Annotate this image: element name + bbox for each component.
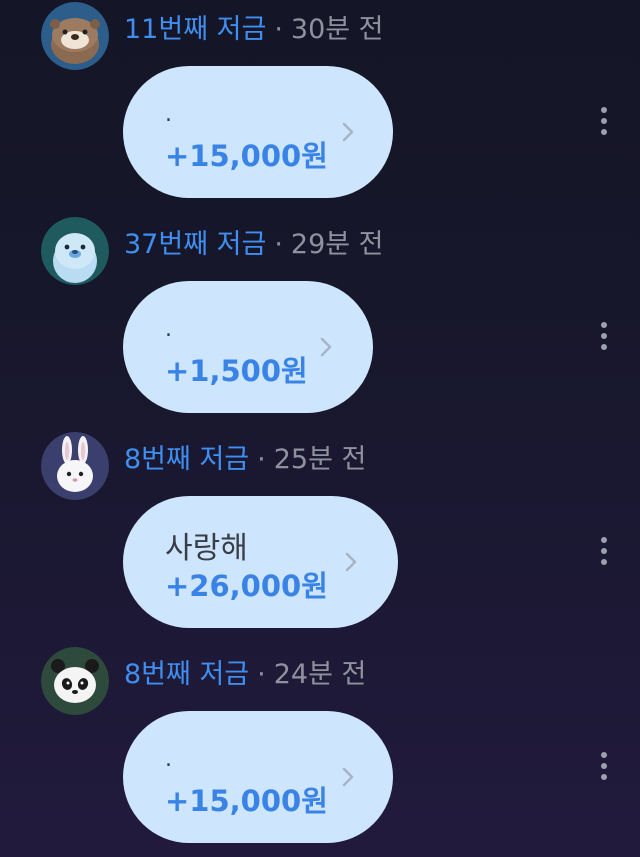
more-vertical-icon[interactable] — [597, 752, 611, 792]
feed-entry: 37번째 저금 · 29분 전 . +1,500원 — [0, 207, 640, 421]
message-text: . — [165, 747, 172, 772]
feed-entry: 11번째 저금 · 30분 전 . +15,000원 — [0, 0, 640, 206]
more-vertical-icon[interactable] — [597, 107, 611, 147]
chevron-right-icon — [341, 121, 355, 143]
rabbit-avatar[interactable] — [41, 432, 109, 500]
chevron-right-icon — [319, 336, 333, 358]
message-bubble[interactable]: . +15,000원 — [123, 66, 393, 198]
chevron-right-icon — [344, 551, 358, 573]
otter-avatar[interactable] — [41, 2, 109, 70]
separator-dot: · — [257, 659, 266, 690]
message-text: . — [165, 317, 172, 342]
entry-title: 11번째 저금 — [124, 14, 267, 45]
amount-text: +26,000원 — [165, 569, 328, 603]
entry-header: 11번째 저금 · 30분 전 — [124, 13, 384, 47]
chevron-right-icon — [341, 766, 355, 788]
entry-time: 25분 전 — [273, 444, 367, 475]
entry-header: 8번째 저금 · 24분 전 — [124, 658, 366, 692]
separator-dot: · — [274, 14, 283, 45]
savings-feed: 11번째 저금·30분 전 . +15,000원 37번째 저금·29분 — [0, 0, 640, 857]
message-bubble[interactable]: . +1,500원 — [123, 281, 373, 413]
entry-title: 37번째 저금 — [124, 229, 267, 260]
separator-dot: · — [274, 229, 283, 260]
entry-time: 30분 전 — [290, 14, 384, 45]
more-vertical-icon[interactable] — [597, 322, 611, 362]
entry-title: 8번째 저금 — [124, 659, 250, 690]
message-text: . — [165, 102, 172, 127]
message-bubble[interactable]: . +15,000원 — [123, 711, 393, 843]
amount-text: +15,000원 — [165, 139, 328, 173]
separator-dot: · — [257, 444, 266, 475]
seal-avatar[interactable] — [41, 217, 109, 285]
amount-text: +15,000원 — [165, 784, 328, 818]
more-vertical-icon[interactable] — [597, 537, 611, 577]
feed-entry: 8번째 저금 · 24분 전 . +15,000원 — [0, 637, 640, 851]
entry-time: 24분 전 — [273, 659, 367, 690]
message-bubble[interactable]: 사랑해 +26,000원 — [123, 496, 398, 628]
entry-header: 8번째 저금 · 25분 전 — [124, 443, 366, 477]
entry-header: 37번째 저금 · 29분 전 — [124, 228, 384, 262]
entry-time: 29분 전 — [290, 229, 384, 260]
entry-title: 8번째 저금 — [124, 444, 250, 475]
feed-entry: 8번째 저금 · 25분 전 사랑해 +26,000원 — [0, 422, 640, 636]
amount-text: +1,500원 — [165, 354, 308, 388]
panda-avatar[interactable] — [41, 647, 109, 715]
message-text: 사랑해 — [165, 531, 248, 566]
